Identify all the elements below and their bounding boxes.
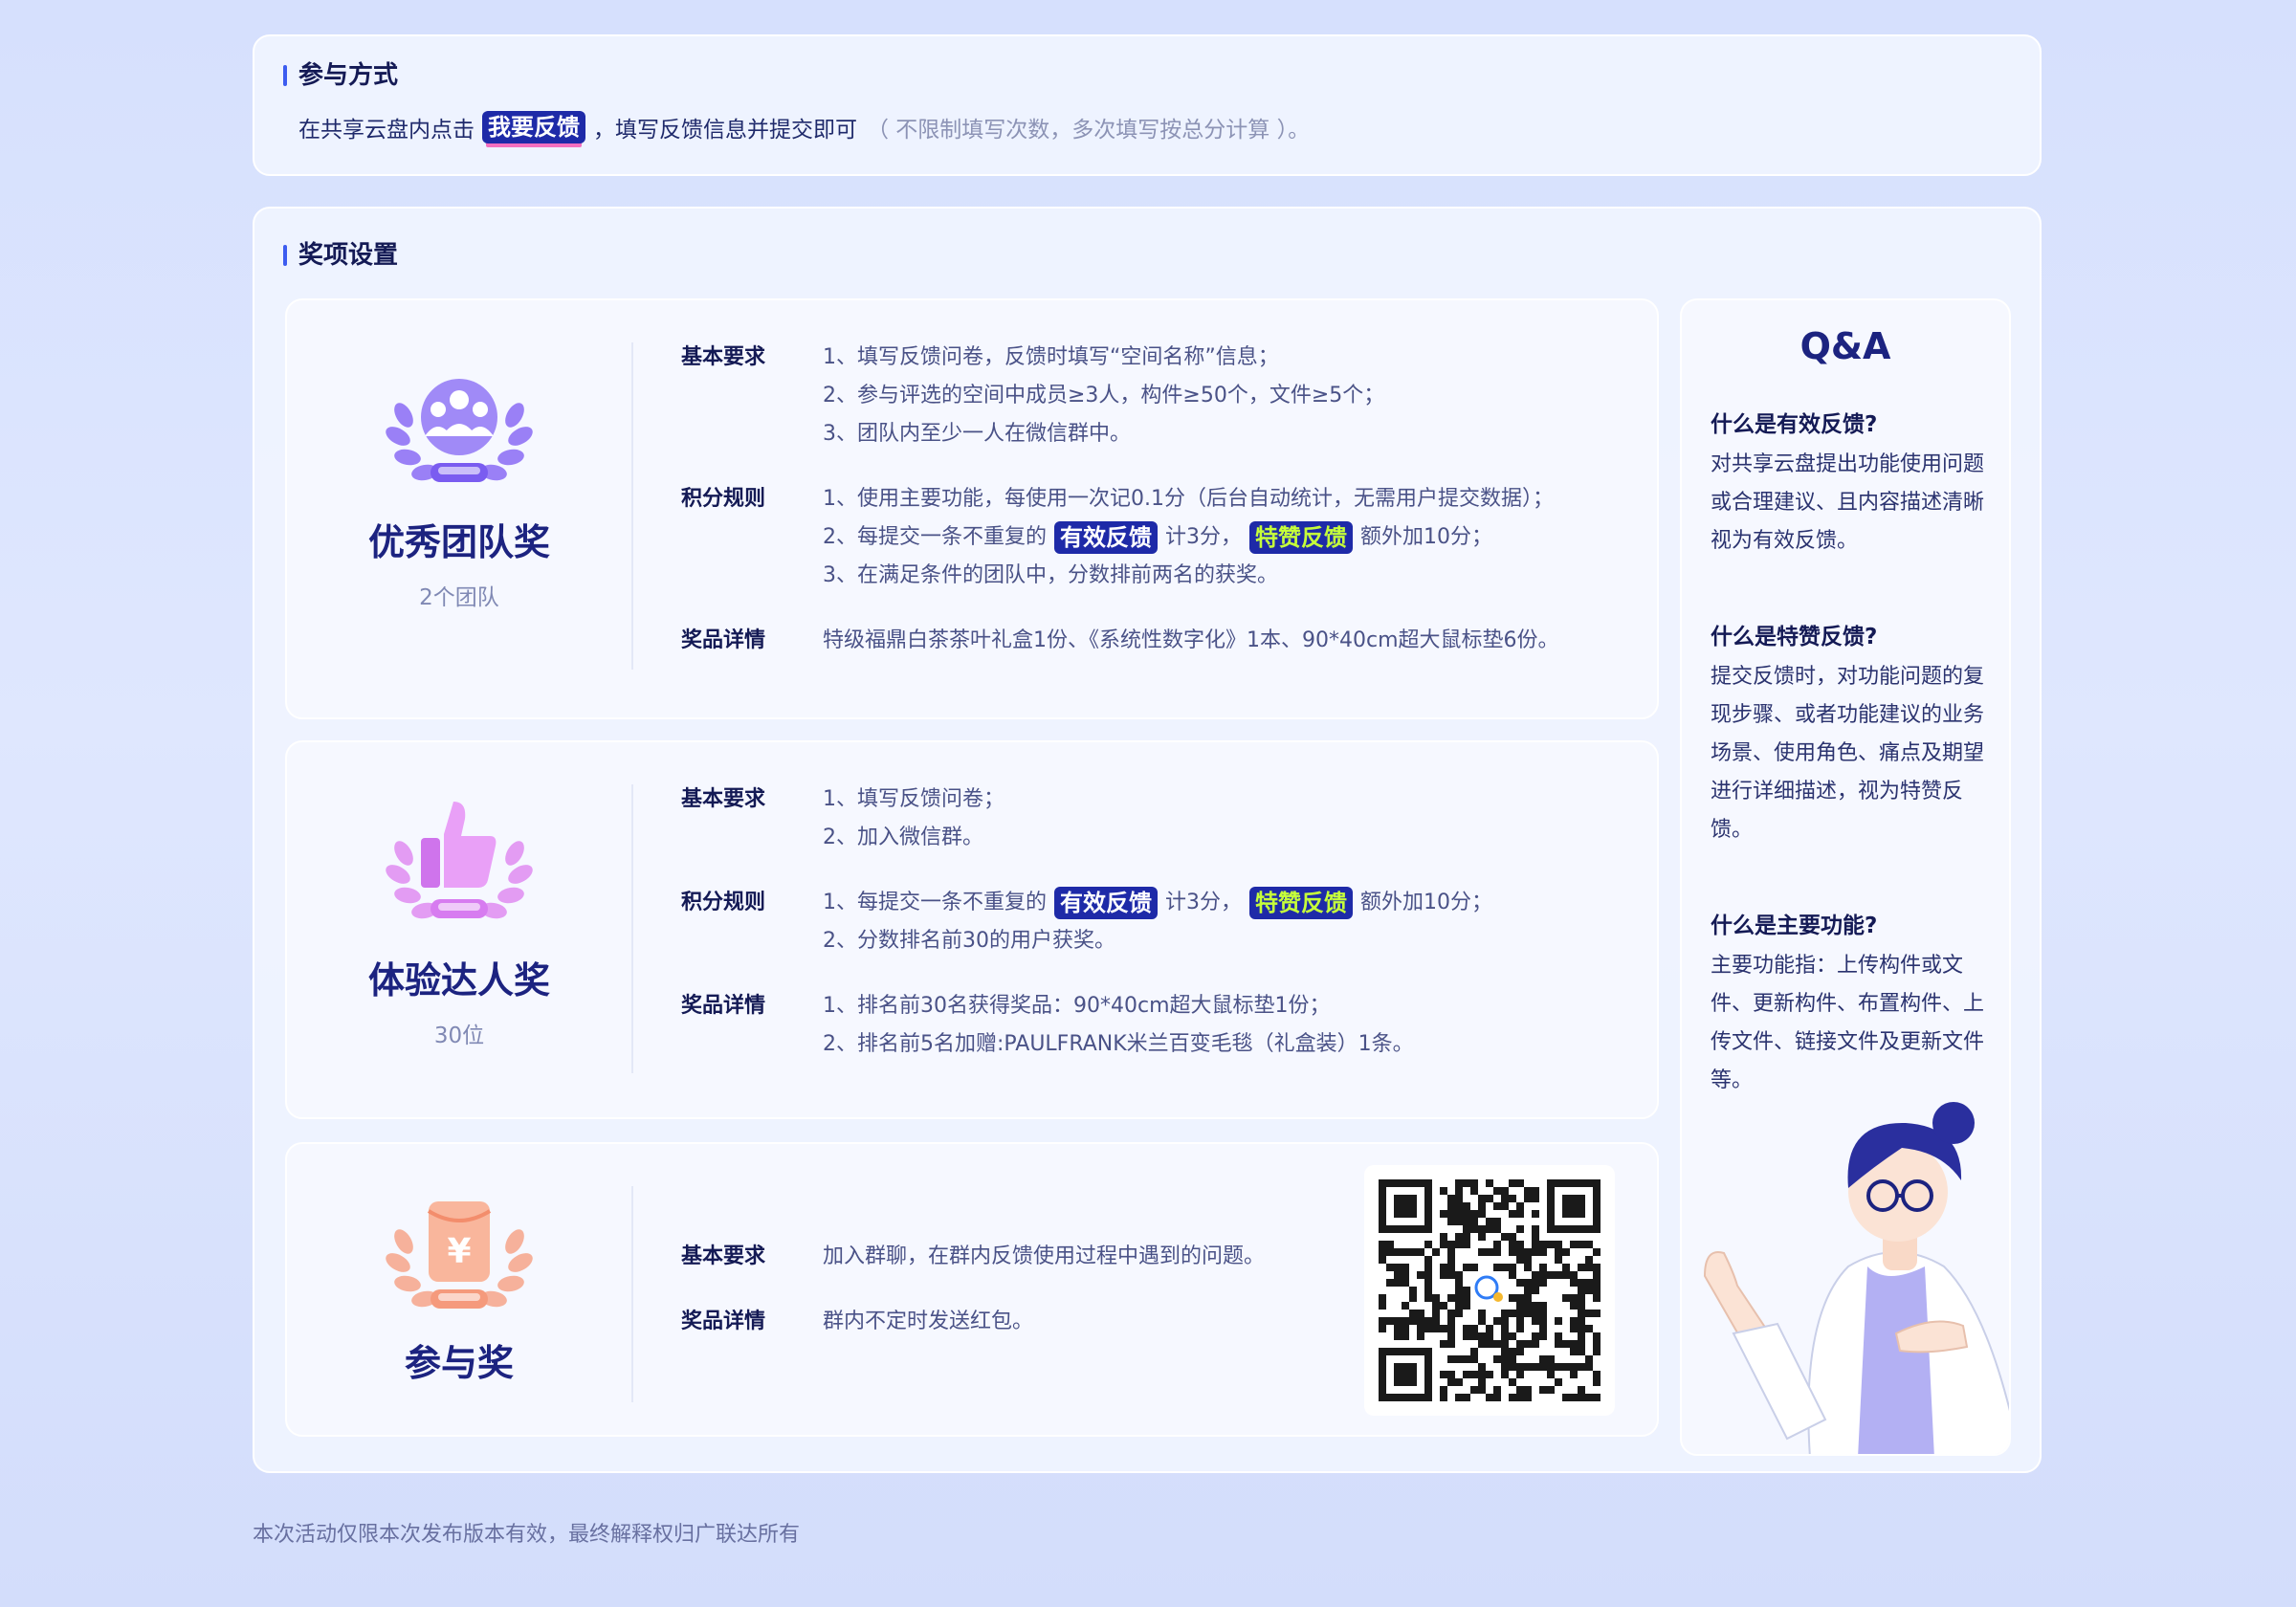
team-laurel-icon bbox=[386, 379, 533, 482]
award-card-team: 优秀团队奖 2个团队 基本要求 1、填写反馈问卷，反馈时填写“空间名称”信息； … bbox=[285, 298, 1659, 719]
qa-answer-1: 对共享云盘提出功能使用问题或合理建议、且内容描述清晰视为有效反馈。 bbox=[1711, 452, 1985, 553]
qa-question-3: 什么是主要功能? bbox=[1711, 914, 1878, 938]
red-envelope-laurel-icon: ¥ bbox=[386, 1201, 533, 1309]
tag-valid-feedback: 有效反馈 bbox=[1054, 887, 1158, 919]
expert-score-2: 2、分数排名前30的用户获奖。 bbox=[823, 929, 1115, 953]
award-badge-team: 优秀团队奖 2个团队 bbox=[287, 367, 631, 611]
divider bbox=[631, 1186, 633, 1402]
tag-valid-feedback: 有效反馈 bbox=[1054, 521, 1158, 554]
team-basic-2: 2、参与评选的空间中成员≥3人，构件≥50个，文件≥5个； bbox=[823, 384, 1385, 407]
label-score: 积分规则 bbox=[681, 891, 766, 914]
award-badge-expert: 体验达人奖 30位 bbox=[287, 796, 631, 1049]
team-score-1: 1、使用主要功能，每使用一次记0.1分（后台自动统计，无需用户提交数据）； bbox=[823, 487, 1554, 511]
team-score-2-b: 计3分， bbox=[1165, 525, 1242, 549]
award-name-join: 参与奖 bbox=[404, 1342, 514, 1384]
awards-title: 奖项设置 bbox=[283, 241, 398, 270]
qa-title: Q&A bbox=[1799, 325, 1891, 367]
wechat-group-qr-icon[interactable] bbox=[1364, 1165, 1615, 1416]
award-name-expert: 体验达人奖 bbox=[367, 959, 550, 1002]
expert-score-1-a: 1、每提交一条不重复的 bbox=[823, 891, 1047, 914]
label-basic: 基本要求 bbox=[681, 1244, 766, 1268]
label-basic: 基本要求 bbox=[681, 787, 766, 811]
expert-prize-1: 1、排名前30名获得奖品：90*40cm超大鼠标垫1份； bbox=[823, 994, 1331, 1018]
join-prize: 群内不定时发送红包。 bbox=[823, 1310, 1034, 1333]
presenter-illustration bbox=[1703, 1102, 2009, 1454]
divider bbox=[631, 342, 633, 670]
thumbs-up-laurel-icon bbox=[386, 802, 533, 919]
award-count-team: 2个团队 bbox=[419, 585, 499, 610]
feedback-button-highlight: 我要反馈 bbox=[482, 111, 585, 143]
join-basic: 加入群聊，在群内反馈使用过程中遇到的问题。 bbox=[823, 1244, 1266, 1268]
team-basic-1: 1、填写反馈问卷，反馈时填写“空间名称”信息； bbox=[823, 345, 1279, 369]
award-name-team: 优秀团队奖 bbox=[367, 521, 550, 563]
expert-score-1-b: 计3分， bbox=[1165, 891, 1242, 914]
award-count-expert: 30位 bbox=[433, 1024, 485, 1048]
expert-score-1: 1、每提交一条不重复的 有效反馈 计3分， 特赞反馈 额外加10分； bbox=[823, 884, 1492, 922]
qa-answer-2: 提交反馈时，对功能问题的复现步骤、或者功能建议的业务场景、使用角色、痛点及期望进… bbox=[1711, 665, 1985, 842]
divider bbox=[631, 784, 633, 1073]
label-prize: 奖品详情 bbox=[681, 994, 766, 1018]
award-card-expert: 体验达人奖 30位 基本要求 1、填写反馈问卷； 2、加入微信群。 积分规则 1… bbox=[285, 740, 1659, 1119]
expert-score-1-c: 额外加10分； bbox=[1360, 891, 1492, 914]
team-score-2: 2、每提交一条不重复的 有效反馈 计3分， 特赞反馈 额外加10分； bbox=[823, 518, 1554, 557]
label-score: 积分规则 bbox=[681, 487, 766, 511]
svg-text:¥: ¥ bbox=[447, 1232, 471, 1271]
tag-special-feedback: 特赞反馈 bbox=[1249, 521, 1353, 554]
team-score-2-c: 额外加10分； bbox=[1360, 525, 1492, 549]
team-basic-3: 3、团队内至少一人在微信群中。 bbox=[823, 422, 1131, 446]
footer-disclaimer: 本次活动仅限本次发布版本有效，最终解释权归广联达所有 bbox=[253, 1523, 801, 1547]
team-score-3: 3、在满足条件的团队中，分数排前两名的获奖。 bbox=[823, 563, 1278, 587]
expert-basic-2: 2、加入微信群。 bbox=[823, 826, 983, 849]
label-prize: 奖品详情 bbox=[681, 1310, 766, 1333]
label-prize: 奖品详情 bbox=[681, 628, 766, 652]
expert-basic-1: 1、填写反馈问卷； bbox=[823, 787, 1004, 811]
tag-special-feedback: 特赞反馈 bbox=[1249, 887, 1353, 919]
qa-answer-3: 主要功能指：上传构件或文件、更新构件、布置构件、上传文件、链接文件及更新文件等。 bbox=[1711, 954, 1985, 1092]
award-card-join: ¥ 参与奖 基本要求 加入群聊，在群内反馈使用过程中遇到的问题。 奖品详情 群内… bbox=[285, 1142, 1659, 1437]
qa-question-2: 什么是特赞反馈? bbox=[1711, 625, 1878, 649]
team-prize: 特级福鼎白茶茶叶礼盒1份、《系统性数字化》1本、90*40cm超大鼠标垫6份。 bbox=[823, 628, 1559, 652]
awards-panel: 奖项设置 优秀团队奖 2个团队 基本要求 1、填写反馈问卷，反馈时填写“空间名称… bbox=[253, 207, 2042, 1473]
qa-question-1: 什么是有效反馈? bbox=[1711, 412, 1878, 437]
instruction-prefix: 在共享云盘内点击 bbox=[298, 118, 475, 143]
participation-panel: 参与方式 在共享云盘内点击 我要反馈 ，填写反馈信息并提交即可 （ 不限制填写次… bbox=[253, 34, 2042, 176]
label-basic: 基本要求 bbox=[681, 345, 766, 369]
instruction-suffix: ，填写反馈信息并提交即可 bbox=[593, 118, 857, 143]
instruction-note: （ 不限制填写次数，多次填写按总分计算 ）。 bbox=[867, 118, 1311, 143]
participation-instruction: 在共享云盘内点击 我要反馈 ，填写反馈信息并提交即可 （ 不限制填写次数，多次填… bbox=[298, 111, 1310, 143]
qa-panel: Q&A 什么是有效反馈? 对共享云盘提出功能使用问题或合理建议、且内容描述清晰视… bbox=[1680, 298, 2011, 1456]
participation-title: 参与方式 bbox=[283, 61, 398, 90]
award-badge-join: ¥ 参与奖 bbox=[287, 1194, 631, 1386]
expert-prize-2: 2、排名前5名加赠:PAULFRANK米兰百变毛毯（礼盒装）1条。 bbox=[823, 1032, 1414, 1056]
team-score-2-a: 2、每提交一条不重复的 bbox=[823, 525, 1047, 549]
